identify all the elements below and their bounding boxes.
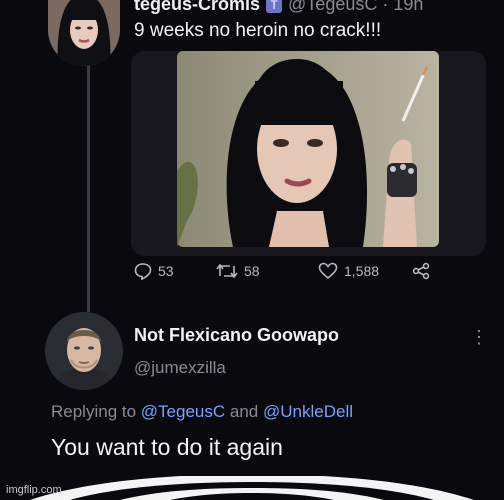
reply-action[interactable]: 53 [134, 262, 174, 280]
share-action[interactable] [412, 262, 430, 280]
reply-avatar[interactable] [45, 312, 123, 390]
tweet-text: 9 weeks no heroin no crack!!! [134, 20, 382, 41]
author-handle-time: @TegeusC · 19h [288, 0, 424, 14]
share-icon [412, 262, 430, 280]
watermark: imgflip.com [6, 484, 62, 496]
like-action[interactable]: 1,588 [318, 262, 379, 280]
reply-count: 53 [158, 263, 174, 279]
reply-text: You want to do it again [51, 434, 283, 460]
tweet-media[interactable] [131, 51, 486, 256]
heart-icon [318, 262, 338, 280]
reply-icon [134, 263, 152, 280]
tweet-header: tegeus-Cromis T @TegeusC · 19h [134, 0, 423, 15]
mention-link-1[interactable]: @TegeusC [141, 402, 225, 421]
reply-author-name[interactable]: Not Flexicano Goowapo [134, 325, 339, 346]
replying-and: and [229, 402, 259, 421]
author-avatar[interactable] [48, 0, 120, 66]
retweet-count: 58 [244, 263, 260, 279]
tweet-photo [177, 51, 439, 247]
mention-link-2[interactable]: @UnkleDell [263, 402, 353, 421]
more-options-icon[interactable]: ⋮ [470, 327, 489, 348]
like-count: 1,588 [344, 263, 380, 279]
retweet-action[interactable]: 58 [216, 262, 260, 280]
cropped-graphic [0, 476, 504, 500]
author-name[interactable]: tegeus-Cromis [134, 0, 260, 14]
thread-line [87, 62, 90, 312]
badge-icon: T [266, 0, 283, 13]
replying-to: Replying to @TegeusC and @UnkleDell [51, 402, 353, 422]
reply-author-handle[interactable]: @jumexzilla [134, 358, 226, 378]
replying-prefix: Replying to [51, 402, 137, 421]
retweet-icon [216, 263, 238, 279]
